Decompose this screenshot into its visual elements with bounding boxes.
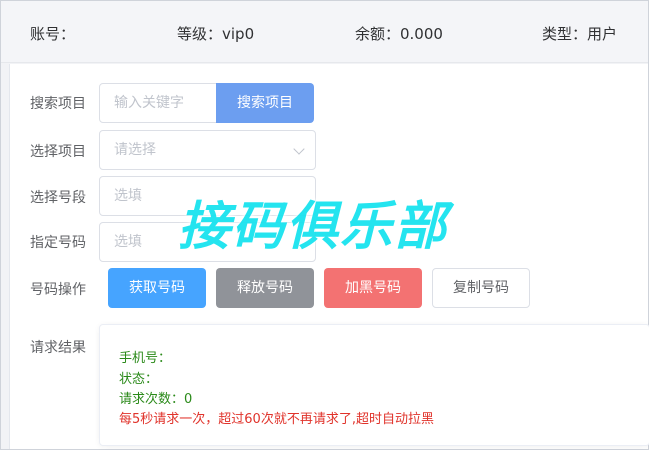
result-status: 状态： bbox=[119, 372, 159, 387]
select-project-label: 选择项目 bbox=[30, 144, 86, 160]
account-label: 账号： bbox=[30, 25, 76, 43]
level-label: 等级：vip0 bbox=[177, 25, 255, 43]
request-result-box: 手机号： 状态： 请求次数：0 每5秒请求一次，超过60次就不再请求了,超时自动… bbox=[99, 324, 649, 446]
number-ops-label: 号码操作 bbox=[30, 282, 86, 298]
result-phone: 手机号： bbox=[119, 351, 172, 366]
result-notice: 每5秒请求一次，超过60次就不再请求了,超时自动拉黑 bbox=[119, 412, 434, 427]
specify-number-placeholder: 选填 bbox=[114, 234, 142, 250]
release-number-button[interactable]: 释放号码 bbox=[216, 268, 314, 308]
search-keyword-input[interactable]: 输入关键字 bbox=[99, 83, 217, 123]
select-project-placeholder: 请选择 bbox=[114, 142, 156, 158]
copy-number-button[interactable]: 复制号码 bbox=[432, 268, 530, 308]
search-project-button[interactable]: 搜索项目 bbox=[216, 83, 314, 123]
select-project-dropdown[interactable]: 请选择 bbox=[99, 130, 316, 170]
balance-label: 余额：0.000 bbox=[355, 25, 443, 43]
select-segment-label: 选择号段 bbox=[30, 190, 86, 206]
account-info-bar: 账号： 等级：vip0 余额：0.000 类型：用户 bbox=[1, 1, 648, 63]
watermark-text: 接码俱乐部 bbox=[178, 197, 449, 257]
segment-placeholder: 选填 bbox=[114, 188, 142, 204]
chevron-down-icon bbox=[293, 143, 305, 155]
search-project-label: 搜索项目 bbox=[30, 96, 86, 112]
blacklist-number-button[interactable]: 加黑号码 bbox=[324, 268, 422, 308]
type-label: 类型：用户 bbox=[542, 25, 618, 43]
result-request-count: 请求次数：0 bbox=[119, 392, 193, 407]
get-number-button[interactable]: 获取号码 bbox=[108, 268, 206, 308]
specify-number-label: 指定号码 bbox=[30, 235, 86, 251]
search-keyword-placeholder: 输入关键字 bbox=[114, 95, 184, 111]
request-result-label: 请求结果 bbox=[30, 340, 86, 356]
